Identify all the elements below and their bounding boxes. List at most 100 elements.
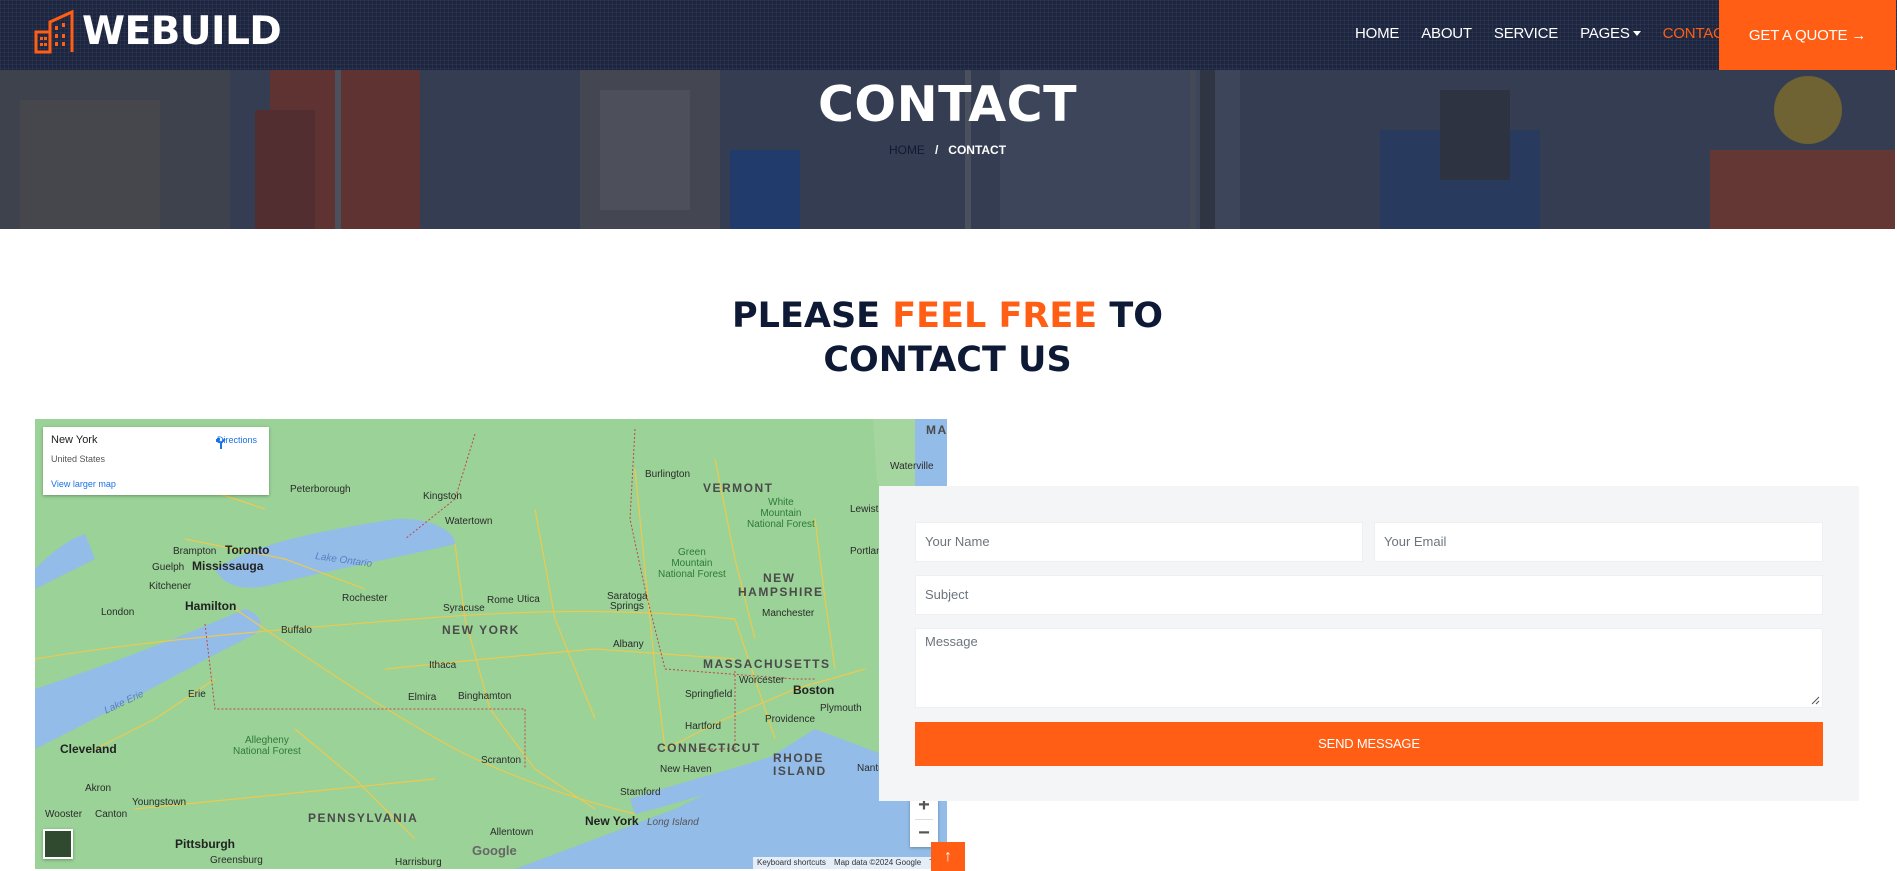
contact-heading: PLEASE FEEL FREE TO CONTACT US — [0, 294, 1895, 382]
map-label-allentown: Allentown — [490, 827, 534, 838]
breadcrumb-home-link[interactable]: HOME — [889, 143, 925, 157]
map-label-manchester: Manchester — [762, 608, 815, 619]
navbar: WEBUILD HOME ABOUT SERVICE PAGES CONTACT… — [0, 0, 1897, 70]
map-label-utica: Utica — [517, 594, 540, 605]
directions-icon — [216, 438, 226, 449]
map-label-toronto: Toronto — [225, 543, 270, 557]
brand-name: WEBUILD — [82, 8, 282, 54]
brand-logo[interactable]: WEBUILD — [34, 8, 282, 54]
map-label-allegheny: Allegheny National Forest — [233, 735, 301, 757]
google-map[interactable]: VERMONT NEW YORK NEW HAMPSHIRE MASSACHUS… — [35, 419, 947, 869]
map-label-new-haven: New Haven — [660, 764, 712, 775]
send-message-button[interactable]: SEND MESSAGE — [915, 722, 1823, 766]
map-label-watertown: Watertown — [445, 516, 493, 527]
map-label-syracuse: Syracuse — [443, 603, 485, 614]
message-placeholder: Message — [925, 634, 978, 649]
map-label-cleveland: Cleveland — [60, 742, 117, 756]
name-input[interactable]: Your Name — [915, 522, 1363, 562]
map-label-greensburg: Greensburg — [210, 855, 263, 866]
nav-pages-label: PAGES — [1580, 24, 1630, 42]
map-label-new-york-city: New York — [585, 814, 639, 828]
heading-line2: CONTACT US — [823, 340, 1072, 380]
directions-button[interactable]: Directions — [213, 435, 261, 449]
map-label-green-mountain: Green Mountain National Forest — [658, 547, 726, 580]
zoom-divider — [915, 819, 933, 820]
map-label-peterborough: Peterborough — [290, 484, 351, 495]
chevron-down-icon — [1632, 31, 1641, 37]
heading-part2: TO — [1097, 296, 1163, 336]
google-logo: Google — [472, 843, 517, 858]
email-input[interactable]: Your Email — [1374, 522, 1823, 562]
map-label-new: NEW — [763, 571, 796, 585]
map-label-waterville: Waterville — [890, 461, 934, 472]
nav-about[interactable]: ABOUT — [1421, 25, 1472, 42]
map-label-buffalo: Buffalo — [281, 625, 312, 636]
map-label-pennsylvania: PENNSYLVANIA — [308, 811, 419, 825]
map-attribution: Keyboard shortcutsMap data ©2024 GoogleT… — [753, 857, 947, 869]
map-label-worcester: Worcester — [739, 675, 785, 686]
map-label-youngstown: Youngstown — [132, 797, 187, 808]
map-label-canton: Canton — [95, 809, 128, 820]
map-label-brampton: Brampton — [173, 546, 217, 557]
map-label-ma: MA — [926, 423, 947, 437]
subject-input[interactable]: Subject — [915, 575, 1823, 615]
map-label-massachusetts: MASSACHUSETTS — [703, 657, 831, 671]
map-type-toggle[interactable] — [43, 829, 73, 859]
map-label-portland: Portlan — [850, 546, 882, 557]
heading-highlight: FEEL FREE — [892, 296, 1098, 336]
map-label-providence: Providence — [765, 714, 816, 725]
map-label-albany: Albany — [613, 639, 644, 650]
building-icon — [34, 9, 74, 54]
resize-grip-icon[interactable] — [1810, 695, 1820, 705]
back-to-top-button[interactable]: ↑ — [931, 842, 965, 871]
map-label-kingston: Kingston — [423, 491, 462, 502]
map-label-long-island: Long Island — [647, 817, 699, 828]
map-label-lewiston: Lewist — [850, 504, 879, 515]
keyboard-shortcuts-link[interactable]: Keyboard shortcuts — [757, 858, 826, 867]
map-place-title: New York — [51, 434, 98, 446]
breadcrumb-current: CONTACT — [948, 143, 1007, 157]
map-label-white-mountain: White Mountain National Forest — [747, 497, 815, 530]
map-label-stamford: Stamford — [620, 787, 661, 798]
map-label-mississauga: Mississauga — [192, 559, 264, 573]
map-place-subtitle: United States — [51, 454, 106, 464]
map-label-wooster: Wooster — [45, 809, 83, 820]
map-label-scranton: Scranton — [481, 755, 522, 766]
map-label-elmira: Elmira — [408, 692, 437, 703]
map-label-burlington: Burlington — [645, 469, 691, 480]
map-label-springs: Springs — [610, 601, 644, 612]
get-a-quote-button[interactable]: GET A QUOTE → — [1719, 0, 1896, 70]
map-label-ithaca: Ithaca — [429, 660, 457, 671]
heading-part1: PLEASE — [732, 296, 893, 336]
nav-service[interactable]: SERVICE — [1494, 25, 1558, 42]
map-label-new-york: NEW YORK — [442, 623, 520, 637]
map-label-rochester: Rochester — [342, 593, 388, 604]
map-label-kitchener: Kitchener — [149, 581, 192, 592]
arrow-up-icon: ↑ — [944, 848, 952, 865]
page-title: CONTACT — [817, 76, 1078, 133]
map-label-rhode: RHODE — [773, 751, 824, 765]
nav-home[interactable]: HOME — [1355, 25, 1399, 42]
breadcrumb: HOME / CONTACT — [0, 143, 1895, 157]
map-label-hamilton: Hamilton — [185, 599, 237, 613]
map-label-pittsburgh: Pittsburgh — [175, 837, 235, 851]
map-label-erie: Erie — [188, 689, 206, 700]
map-label-harrisburg: Harrisburg — [395, 857, 442, 868]
map-label-springfield: Springfield — [685, 689, 733, 700]
map-label-akron: Akron — [85, 783, 112, 794]
page-header-hero: CONTACT HOME / CONTACT — [0, 70, 1895, 229]
map-data-text: Map data ©2024 Google — [833, 858, 922, 867]
nav-pages[interactable]: PAGES — [1580, 25, 1641, 42]
map-info-card: New York United States View larger map D… — [43, 427, 269, 495]
map-label-binghamton: Binghamton — [458, 691, 512, 702]
map-label-hartford: Hartford — [685, 721, 722, 732]
main-nav: HOME ABOUT SERVICE PAGES CONTACT — [1355, 0, 1755, 66]
map-label-connecticut: CONNECTICUT — [657, 741, 761, 755]
map-label-boston: Boston — [793, 683, 835, 697]
message-textarea[interactable]: Message — [915, 628, 1823, 708]
map-label-hampshire: HAMPSHIRE — [738, 585, 824, 599]
view-larger-map-link[interactable]: View larger map — [51, 479, 116, 489]
map-label-rome: Rome — [487, 595, 514, 606]
map-label-guelph: Guelph — [152, 562, 185, 573]
contact-form: Your Name Your Email Subject Message SEN… — [879, 486, 1859, 801]
